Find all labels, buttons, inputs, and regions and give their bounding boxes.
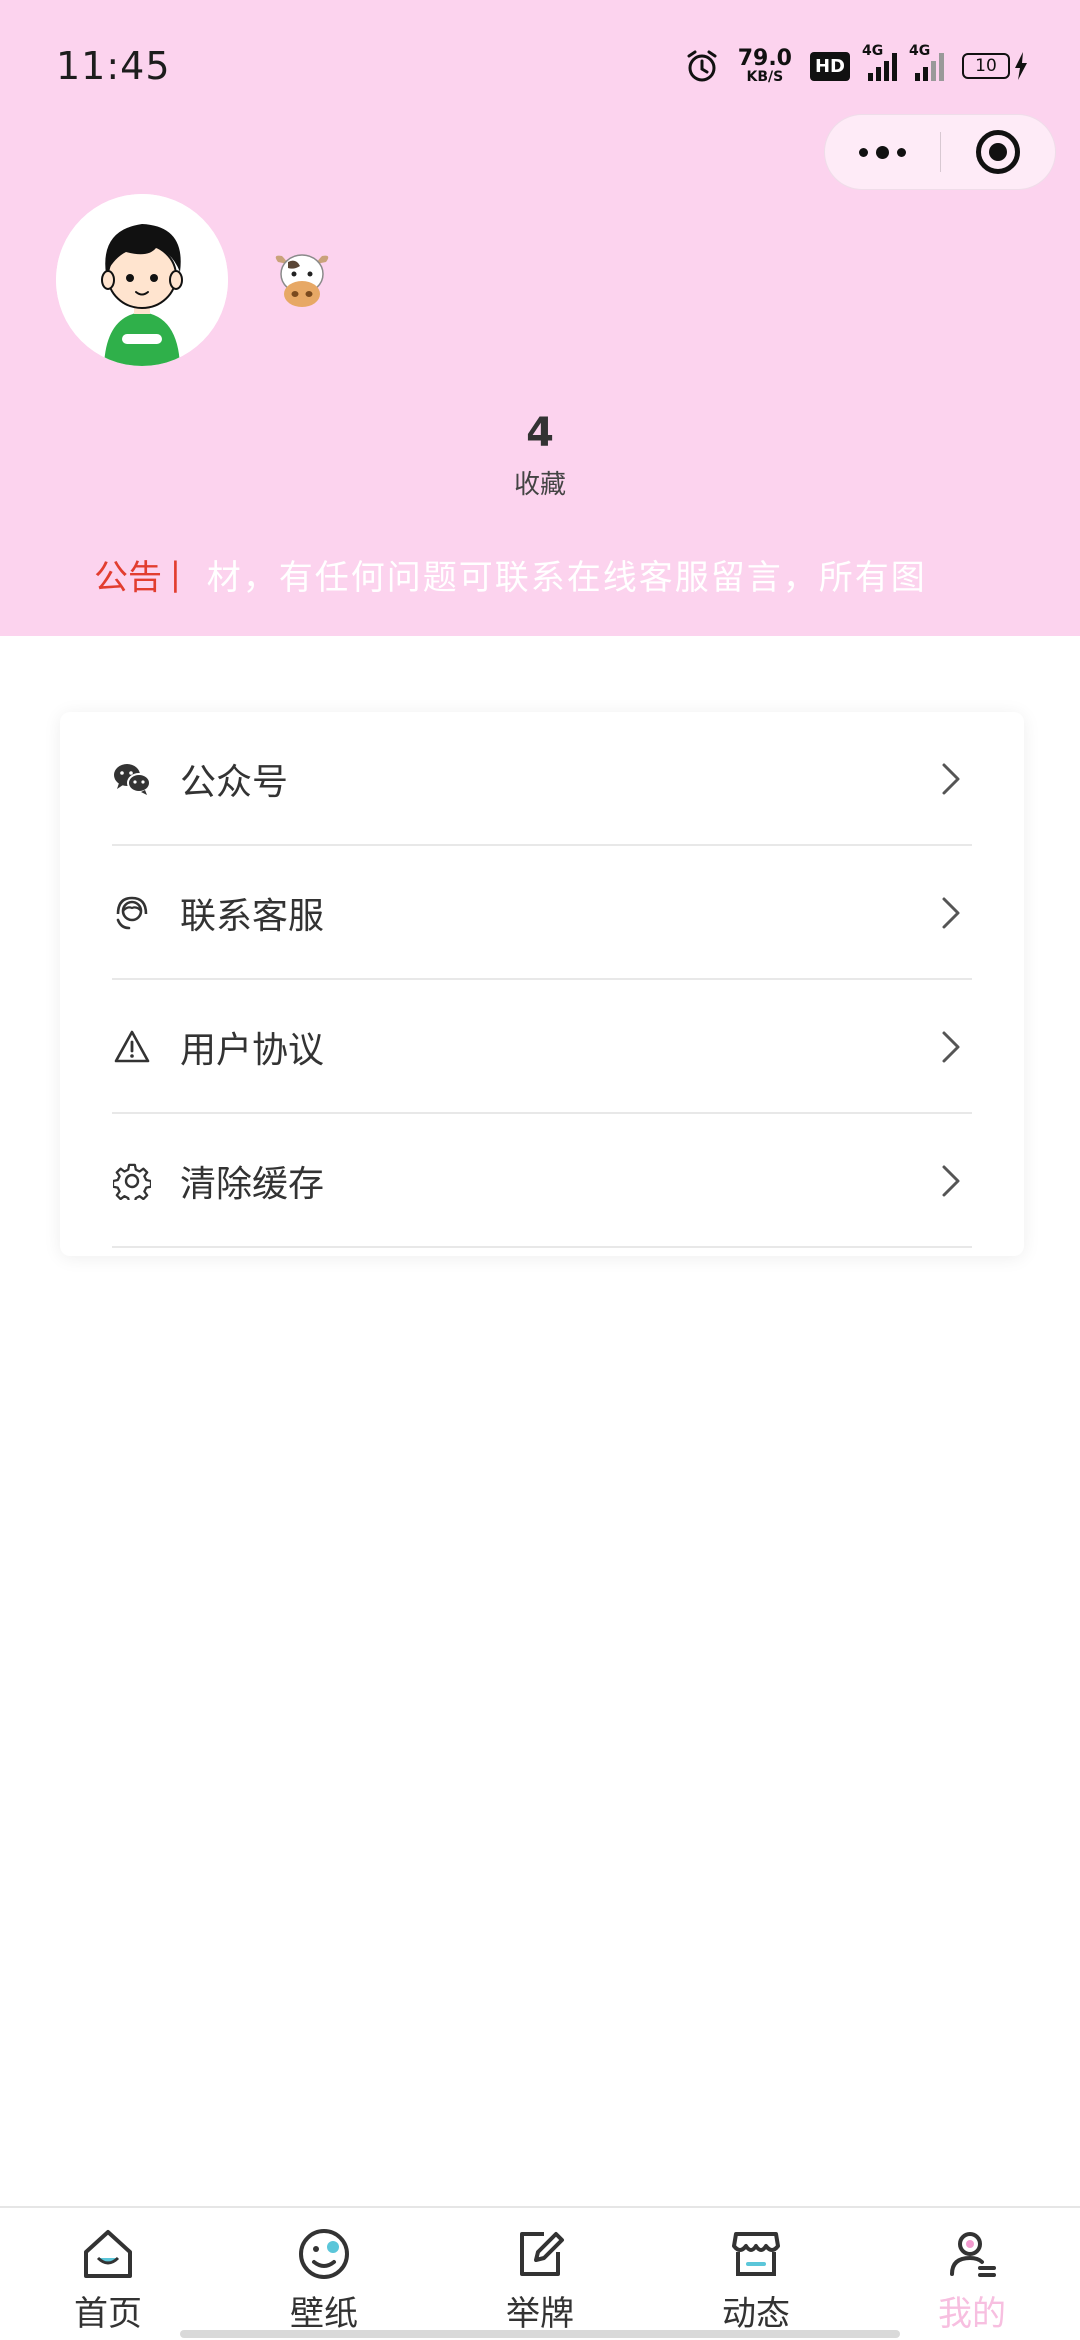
chevron-right-icon xyxy=(942,1165,960,1197)
signal-icon: 4G xyxy=(862,43,897,81)
tab-home[interactable]: 首页 xyxy=(0,2208,216,2340)
network-speed-value: 79.0 xyxy=(737,46,792,71)
signal-1-label: 4G xyxy=(862,43,884,59)
tab-feed[interactable]: 动态 xyxy=(648,2208,864,2340)
favorites-count: 4 xyxy=(526,410,554,456)
menu-item-clear-cache[interactable]: 清除缓存 xyxy=(112,1114,972,1248)
tab-sign[interactable]: 举牌 xyxy=(432,2208,648,2340)
alarm-icon xyxy=(687,50,717,82)
menu-item-user-agreement[interactable]: 用户协议 xyxy=(112,980,972,1114)
target-close-icon[interactable] xyxy=(941,114,1055,190)
hd-icon: HD xyxy=(809,51,850,81)
headset-icon xyxy=(112,893,152,933)
gear-icon xyxy=(112,1161,152,1201)
store-icon xyxy=(732,2232,780,2276)
miniprogram-capsule xyxy=(824,114,1056,190)
notice-separator: | xyxy=(170,555,181,593)
status-time: 11:45 xyxy=(56,44,171,88)
tab-label: 举牌 xyxy=(506,2294,574,2334)
signal-2-label: 4G xyxy=(909,43,931,59)
network-speed-unit: KB/S xyxy=(746,69,784,85)
menu-item-official-account[interactable]: 公众号 xyxy=(112,712,972,846)
menu-item-label: 清除缓存 xyxy=(180,1164,325,1205)
avatar[interactable] xyxy=(56,194,228,366)
menu-card: 公众号 联系客服 用户协议 清除缓存 xyxy=(60,712,1024,1256)
status-icons: 79.0 KB/S HD 4G 4G 10 xyxy=(684,43,1028,88)
cow-face-emoji xyxy=(272,248,332,310)
battery-charging-icon: 10 xyxy=(962,52,1028,80)
edit-icon xyxy=(520,2232,564,2276)
favorites-label: 收藏 xyxy=(513,470,566,500)
chevron-right-icon xyxy=(942,897,960,929)
battery-level: 10 xyxy=(962,53,1010,79)
home-indicator xyxy=(180,2330,900,2338)
status-bar: 11:45 79.0 KB/S HD 4G 4G 10 xyxy=(0,0,1080,120)
wallpaper-face-icon xyxy=(299,2229,349,2279)
menu-item-label: 用户协议 xyxy=(180,1030,325,1071)
menu-item-label: 公众号 xyxy=(180,762,289,803)
cartoon-boy-avatar xyxy=(56,194,228,366)
favorites-stat[interactable]: 4 收藏 xyxy=(440,410,640,501)
tab-label: 首页 xyxy=(74,2294,142,2334)
notice-text: 材，有任何问题可联系在线客服留言，所有图 xyxy=(206,557,927,598)
tab-label: 动态 xyxy=(722,2294,790,2334)
tab-label: 我的 xyxy=(938,2294,1006,2334)
chevron-right-icon xyxy=(942,763,960,795)
more-dots-icon[interactable] xyxy=(825,114,940,190)
signal-icon: 4G xyxy=(909,43,944,81)
warning-icon xyxy=(112,1027,152,1067)
bottom-tab-bar: 首页 壁纸 举牌 动态 我的 xyxy=(0,2206,1080,2340)
tab-me[interactable]: 我的 xyxy=(864,2208,1080,2340)
profile-header: 11:45 79.0 KB/S HD 4G 4G 10 4 收藏 公告 | 材，… xyxy=(0,0,1080,636)
home-icon xyxy=(84,2230,132,2278)
bolt-icon xyxy=(1015,52,1027,80)
tab-wallpaper[interactable]: 壁纸 xyxy=(216,2208,432,2340)
network-speed: 79.0 KB/S xyxy=(737,46,792,85)
chevron-right-icon xyxy=(942,1031,960,1063)
user-icon xyxy=(950,2232,996,2277)
notice-tag: 公告 xyxy=(94,557,162,598)
wechat-icon xyxy=(112,759,152,799)
notice-bar[interactable]: 公告 | 材，有任何问题可联系在线客服留言，所有图 xyxy=(94,548,1044,600)
menu-item-label: 联系客服 xyxy=(180,896,325,937)
menu-item-customer-service[interactable]: 联系客服 xyxy=(112,846,972,980)
menu-divider xyxy=(112,1246,972,1248)
tab-label: 壁纸 xyxy=(290,2294,358,2334)
